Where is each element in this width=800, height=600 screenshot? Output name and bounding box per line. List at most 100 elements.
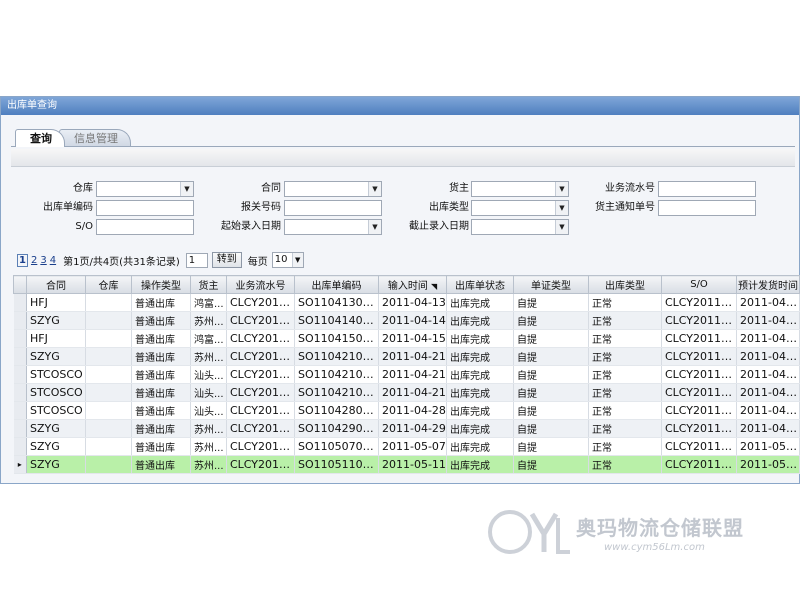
cell-owner: 汕头... — [190, 365, 227, 384]
start-date-picker[interactable]: ▼ — [284, 219, 382, 235]
col-header-expected-ship-time[interactable]: 预计发货时间 — [736, 275, 800, 294]
page-link-1[interactable]: 1 — [17, 253, 28, 267]
cell-business-serial: CLCY2011... — [226, 347, 295, 366]
cell-operation-type: 普通出库 — [131, 365, 191, 384]
row-indicator[interactable] — [13, 347, 27, 366]
cell-contract: SZYG — [26, 419, 86, 438]
tab-query[interactable]: 查询 — [15, 129, 65, 147]
table-row[interactable]: STCOSCO 普通出库 汕头... CLCY2011... SO11042800...… — [13, 401, 800, 420]
col-header-outbound-type[interactable]: 出库类型 — [588, 275, 662, 294]
contract-select[interactable]: ▼ — [284, 181, 382, 197]
toolbar-strip — [11, 149, 795, 167]
page-link-3[interactable]: 3 — [40, 255, 46, 266]
table-row[interactable]: ▸ SZYG 普通出库 苏州... CLCY2011... SO11051100... 20… — [13, 455, 800, 474]
col-header-business-serial[interactable]: 业务流水号 — [226, 275, 295, 294]
cell-outbound-code: SO11041500... — [294, 329, 379, 348]
table-row[interactable]: HFJ 普通出库 鸿富... CLCY2011... SO11041500... 2011… — [13, 329, 800, 348]
cell-contract: SZYG — [26, 311, 86, 330]
row-indicator[interactable] — [13, 365, 27, 384]
row-indicator[interactable] — [13, 293, 27, 312]
table-row[interactable]: HFJ 普通出库 鸿富... CLCY2011... SO11041300... 2011… — [13, 293, 800, 312]
table-row[interactable]: SZYG 普通出库 苏州... CLCY2011... SO11050700... 201… — [13, 437, 800, 456]
cell-outbound-type: 正常 — [588, 347, 662, 366]
cell-outbound-code: SO11041300... — [294, 293, 379, 312]
tab-info-management[interactable]: 信息管理 — [59, 129, 131, 147]
cell-input-time: 2011-04-29 — [378, 419, 447, 438]
page-link-4[interactable]: 4 — [50, 255, 56, 266]
so-input[interactable] — [96, 219, 194, 235]
col-header-warehouse[interactable]: 仓库 — [85, 275, 132, 294]
row-indicator[interactable] — [13, 329, 27, 348]
col-header-owner[interactable]: 货主 — [190, 275, 227, 294]
warehouse-select[interactable]: ▼ — [96, 181, 194, 197]
cell-outbound-code: SO11051100... — [294, 455, 379, 474]
cell-document-type: 自提 — [513, 437, 589, 456]
cell-warehouse — [85, 419, 132, 438]
cell-input-time: 2011-05-07 — [378, 437, 447, 456]
col-header-outbound-status[interactable]: 出库单状态 — [446, 275, 514, 294]
contract-label: 合同 — [261, 183, 281, 194]
watermark-logo — [488, 510, 570, 554]
cell-business-serial: CLCY2011... — [226, 419, 295, 438]
cell-outbound-type: 正常 — [588, 437, 662, 456]
table-row[interactable]: SZYG 普通出库 苏州... CLCY2011... SO11042900... 201… — [13, 419, 800, 438]
cell-outbound-type: 正常 — [588, 383, 662, 402]
table-row[interactable]: STCOSCO 普通出库 汕头... CLCY2011... SO11042100...… — [13, 365, 800, 384]
tab-bar: 查询 信息管理 — [15, 129, 131, 147]
window-title: 出库单查询 — [1, 97, 799, 115]
page-info: 第1页/共4页(共31条记录) — [63, 256, 180, 268]
end-date-picker[interactable]: ▼ — [471, 219, 569, 235]
table-row[interactable]: SZYG 普通出库 苏州... CLCY2011... SO11042100... 201… — [13, 347, 800, 366]
cell-document-type: 自提 — [513, 365, 589, 384]
go-to-page-button[interactable]: 转到 — [211, 252, 242, 268]
page-link-2[interactable]: 2 — [31, 255, 37, 266]
col-header-operation-type[interactable]: 操作类型 — [131, 275, 191, 294]
per-page-value: 10 — [274, 254, 288, 265]
cell-contract: SZYG — [26, 347, 86, 366]
cell-input-time: 2011-04-21 — [378, 383, 447, 402]
start-date-label: 起始录入日期 — [221, 221, 281, 232]
form-row-3: S/O 起始录入日期 ▼ 截止录入日期 ▼ — [1, 219, 800, 235]
outbound-code-input[interactable] — [96, 200, 194, 216]
form-row-2: 出库单编码 报关号码 出库类型 ▼ 货主通知单号 — [1, 200, 800, 216]
cell-input-time: 2011-04-14 — [378, 311, 447, 330]
cell-business-serial: CLCY2011... — [226, 311, 295, 330]
cell-outbound-code: SO11042100... — [294, 365, 379, 384]
cell-outbound-status: 出库完成 — [446, 401, 514, 420]
row-indicator[interactable] — [13, 437, 27, 456]
cell-contract: STCOSCO — [26, 401, 86, 420]
cell-business-serial: CLCY2011... — [226, 329, 295, 348]
chevron-down-icon: ▼ — [555, 220, 568, 234]
cell-warehouse — [85, 347, 132, 366]
warehouse-label: 仓库 — [73, 183, 93, 194]
chevron-down-icon: ▼ — [555, 182, 568, 196]
cell-owner: 苏州... — [190, 347, 227, 366]
cell-document-type: 自提 — [513, 347, 589, 366]
owner-select[interactable]: ▼ — [471, 181, 569, 197]
col-header-contract[interactable]: 合同 — [26, 275, 86, 294]
row-indicator[interactable] — [13, 419, 27, 438]
cell-so: CLCY20110... — [661, 437, 737, 456]
business-serial-input[interactable] — [658, 181, 756, 197]
chevron-down-icon: ▼ — [368, 182, 381, 196]
cell-expected-ship-time: 2011-04-28 — [736, 401, 800, 420]
row-indicator[interactable] — [13, 311, 27, 330]
customs-no-input[interactable] — [284, 200, 382, 216]
col-header-document-type[interactable]: 单证类型 — [513, 275, 589, 294]
row-indicator[interactable] — [13, 383, 27, 402]
col-header-so[interactable]: S/O — [661, 275, 737, 294]
cell-expected-ship-time: 2011-05-11 — [736, 455, 800, 474]
cell-expected-ship-time: 2011-04-13 — [736, 293, 800, 312]
outbound-type-label: 出库类型 — [429, 202, 469, 213]
table-row[interactable]: SZYG 普通出库 苏州... CLCY2011... SO11041400... 201… — [13, 311, 800, 330]
col-header-input-time[interactable]: 输入时间 ◥ — [378, 275, 447, 294]
page-number-input[interactable]: 1 — [185, 252, 208, 268]
col-header-outbound-code[interactable]: 出库单编码 — [294, 275, 379, 294]
owner-notice-input[interactable] — [658, 200, 756, 216]
cell-outbound-code: SO11042900... — [294, 419, 379, 438]
outbound-type-select[interactable]: ▼ — [471, 200, 569, 216]
per-page-select[interactable]: 10 ▼ — [271, 252, 304, 268]
row-indicator[interactable]: ▸ — [13, 455, 27, 474]
row-indicator[interactable] — [13, 401, 27, 420]
table-row[interactable]: STCOSCO 普通出库 汕头... CLCY2011... SO11042100...… — [13, 383, 800, 402]
